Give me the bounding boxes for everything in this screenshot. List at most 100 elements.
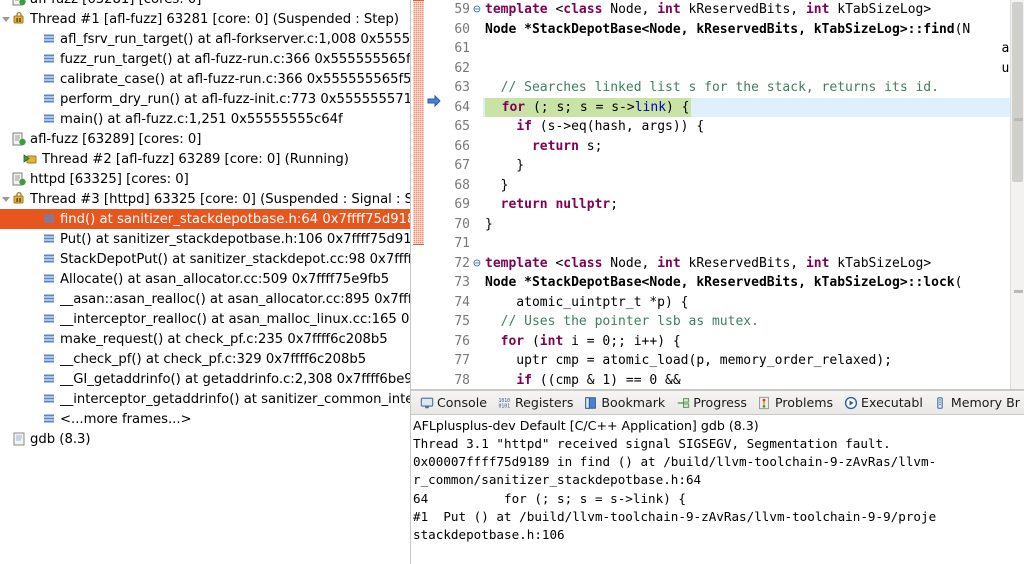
- line-number: 66: [454, 138, 470, 154]
- debug-tree-row[interactable]: calibrate_case() at afl-fuzz-run.c:366 0…: [0, 69, 411, 89]
- code-line[interactable]: }: [483, 156, 1024, 176]
- debug-tree-row[interactable]: fuzz_run_target() at afl-fuzz-run.c:366 …: [0, 49, 410, 69]
- debug-tree-row[interactable]: afl_fsrv_run_target() at afl-forkserver.…: [0, 29, 410, 49]
- debug-tree-row[interactable]: <...more frames...>: [0, 409, 410, 429]
- debug-tree-row[interactable]: __asan::asan_realloc() at asan_allocator…: [0, 289, 410, 309]
- code-line[interactable]: // Searches linked list s for the stack,…: [483, 78, 1024, 98]
- code-line[interactable]: u: [483, 59, 1024, 79]
- stack-frame-icon: [41, 411, 57, 427]
- code-line[interactable]: if ((cmp & 1) == 0 &&: [483, 371, 1024, 390]
- tab-problems[interactable]: Problems: [753, 391, 839, 414]
- code-token: int: [657, 2, 681, 17]
- debug-tree-row[interactable]: StackDepotPut() at sanitizer_stackdepot.…: [0, 249, 411, 269]
- debug-tree-row[interactable]: Thread #1 [afl-fuzz] 63281 [core: 0] (Su…: [0, 9, 410, 29]
- debug-tree-row-label: __interceptor_getaddrinfo() at sanitizer…: [60, 391, 411, 407]
- debug-tree-row-label: __check_pf() at check_pf.c:329 0x7ffff6c…: [60, 351, 367, 367]
- code-token: if: [516, 119, 532, 134]
- code-line[interactable]: template <class Node, int kReservedBits,…: [483, 0, 1024, 20]
- source-editor[interactable]: 59 60 61 62 63 64 65 66 67 68 69 70 71 72 73 74 75 76 77 78…: [411, 0, 1024, 390]
- code-line-current[interactable]: for (; s; s = s->link) {: [483, 97, 1024, 117]
- line-number: 67: [454, 158, 470, 173]
- tab-label: Registers: [515, 395, 574, 410]
- line-number: 63: [454, 80, 470, 95]
- line-number: 65: [454, 119, 470, 134]
- debug-tree-row[interactable]: gdb (8.3): [0, 429, 410, 449]
- instruction-pointer-icon: [426, 93, 442, 109]
- code-line[interactable]: Node *StackDepotBase<Node, kReservedBits…: [483, 20, 1024, 40]
- marker-gutter[interactable]: [425, 0, 443, 389]
- debug-tree-row[interactable]: httpd [63325] [cores: 0]: [0, 169, 410, 189]
- tab-registers[interactable]: 1010 0101 Registers: [493, 391, 579, 414]
- debug-tree-row[interactable]: Thread #2 [afl-fuzz] 63289 [core: 0] (Ru…: [0, 149, 410, 169]
- code-line[interactable]: for (int i = 0;; i++) {: [483, 332, 1024, 352]
- expand-twisty-icon[interactable]: [0, 9, 11, 29]
- overview-marker[interactable]: [1014, 118, 1023, 121]
- debug-tree-row[interactable]: __GI_getaddrinfo() at getaddrinfo.c:2,30…: [0, 369, 411, 389]
- svg-text:0101: 0101: [498, 403, 510, 409]
- debug-tree-row[interactable]: __interceptor_realloc() at asan_malloc_l…: [0, 309, 411, 329]
- debug-tree-row-label: <...more frames...>: [60, 411, 192, 427]
- tab-label: Executabl: [861, 395, 923, 410]
- debug-tree-row[interactable]: __check_pf() at check_pf.c:329 0x7ffff6c…: [0, 349, 410, 369]
- debug-tree-row-selected[interactable]: find() at sanitizer_stackdepotbase.h:64 …: [0, 209, 410, 229]
- debug-tree-row[interactable]: Thread #3 [httpd] 63325 [core: 0] (Suspe…: [0, 189, 410, 209]
- code-line[interactable]: uptr cmp = atomic_load(p, memory_order_r…: [483, 351, 1024, 371]
- fold-toggle-icon[interactable]: ⊖: [473, 254, 483, 274]
- code-token: atomic_uintptr_t *p) {: [485, 294, 689, 310]
- debug-tree-row-label: StackDepotPut() at sanitizer_stackdepot.…: [60, 251, 411, 267]
- console-icon: [419, 395, 434, 410]
- code-line[interactable]: Node *StackDepotBase<Node, kReservedBits…: [483, 273, 1024, 293]
- debug-tree-row-label: __GI_getaddrinfo() at getaddrinfo.c:2,30…: [60, 371, 411, 387]
- debug-tree-row[interactable]: make_request() at check_pf.c:235 0x7ffff…: [0, 329, 410, 349]
- debug-tree-row[interactable]: afl-fuzz [63289] [cores: 0]: [0, 129, 410, 149]
- line-number: 77: [454, 353, 470, 368]
- code-line[interactable]: template <class Node, int kReservedBits,…: [483, 254, 1024, 274]
- editor-vertical-scrollbar[interactable]: [1010, 0, 1024, 389]
- code-token: uptr cmp = atomic_load(p, memory_order_r…: [485, 353, 892, 368]
- debug-tree-row-label: calibrate_case() at afl-fuzz-run.c:366 0…: [60, 71, 411, 87]
- code-line[interactable]: if (s->eq(hash, args)) {: [483, 117, 1024, 137]
- tab-bookmark[interactable]: Bookmark: [579, 391, 671, 414]
- debug-tree-row[interactable]: Allocate() at asan_allocator.cc:509 0x7f…: [0, 269, 410, 289]
- code-line[interactable]: [483, 234, 1024, 254]
- code-text-area[interactable]: template <class Node, int kReservedBits,…: [483, 0, 1024, 389]
- debug-tree[interactable]: afl-fuzz [63281] [cores: 0] Thread #1 [af…: [0, 0, 411, 449]
- thread-suspended-icon: [11, 191, 27, 207]
- debug-tree-row-label: __interceptor_realloc() at asan_malloc_l…: [60, 311, 411, 327]
- scrollbar-thumb[interactable]: [1012, 2, 1023, 182]
- stack-frame-icon: [41, 51, 57, 67]
- tab-memory-br[interactable]: Memory Br: [929, 391, 1024, 414]
- tab-console[interactable]: Console: [415, 391, 493, 414]
- debug-tree-row[interactable]: __interceptor_getaddrinfo() at sanitizer…: [0, 389, 411, 409]
- overview-marker[interactable]: [1014, 290, 1023, 293]
- debug-tree-row-label: Put() at sanitizer_stackdepotbase.h:106 …: [60, 231, 411, 247]
- code-line[interactable]: return s;: [483, 137, 1024, 157]
- code-line[interactable]: }: [483, 215, 1024, 235]
- code-line[interactable]: a: [483, 39, 1024, 59]
- code-line[interactable]: }: [483, 176, 1024, 196]
- debug-tree-row[interactable]: perform_dry_run() at afl-fuzz-init.c:773…: [0, 89, 410, 109]
- view-tab-bar[interactable]: Console 1010 0101 Registers Bookmark Progress…: [411, 390, 1024, 415]
- fold-toggle-icon[interactable]: ⊖: [473, 0, 483, 20]
- code-token: ;: [610, 197, 619, 212]
- code-line[interactable]: atomic_uintptr_t *p) {: [483, 293, 1024, 313]
- tab-progress[interactable]: Progress: [671, 391, 753, 414]
- tab-label: Bookmark: [601, 395, 666, 410]
- code-line[interactable]: // Uses the pointer lsb as mutex.: [483, 312, 1024, 332]
- debug-tree-row[interactable]: main() at afl-fuzz.c:1,251 0x55555555c64…: [0, 109, 410, 129]
- expand-twisty-icon[interactable]: [0, 189, 11, 209]
- tab-executabl[interactable]: Executabl: [839, 391, 929, 414]
- debug-tree-row[interactable]: afl-fuzz [63281] [cores: 0]: [0, 0, 410, 9]
- debug-tree-row[interactable]: Put() at sanitizer_stackdepotbase.h:106 …: [0, 229, 411, 249]
- console-view[interactable]: AFLplusplus-dev Default [C/C++ Applicati…: [411, 415, 1024, 564]
- code-line[interactable]: return nullptr;: [483, 195, 1024, 215]
- folding-gutter[interactable]: ⊖ ⊖: [473, 0, 483, 389]
